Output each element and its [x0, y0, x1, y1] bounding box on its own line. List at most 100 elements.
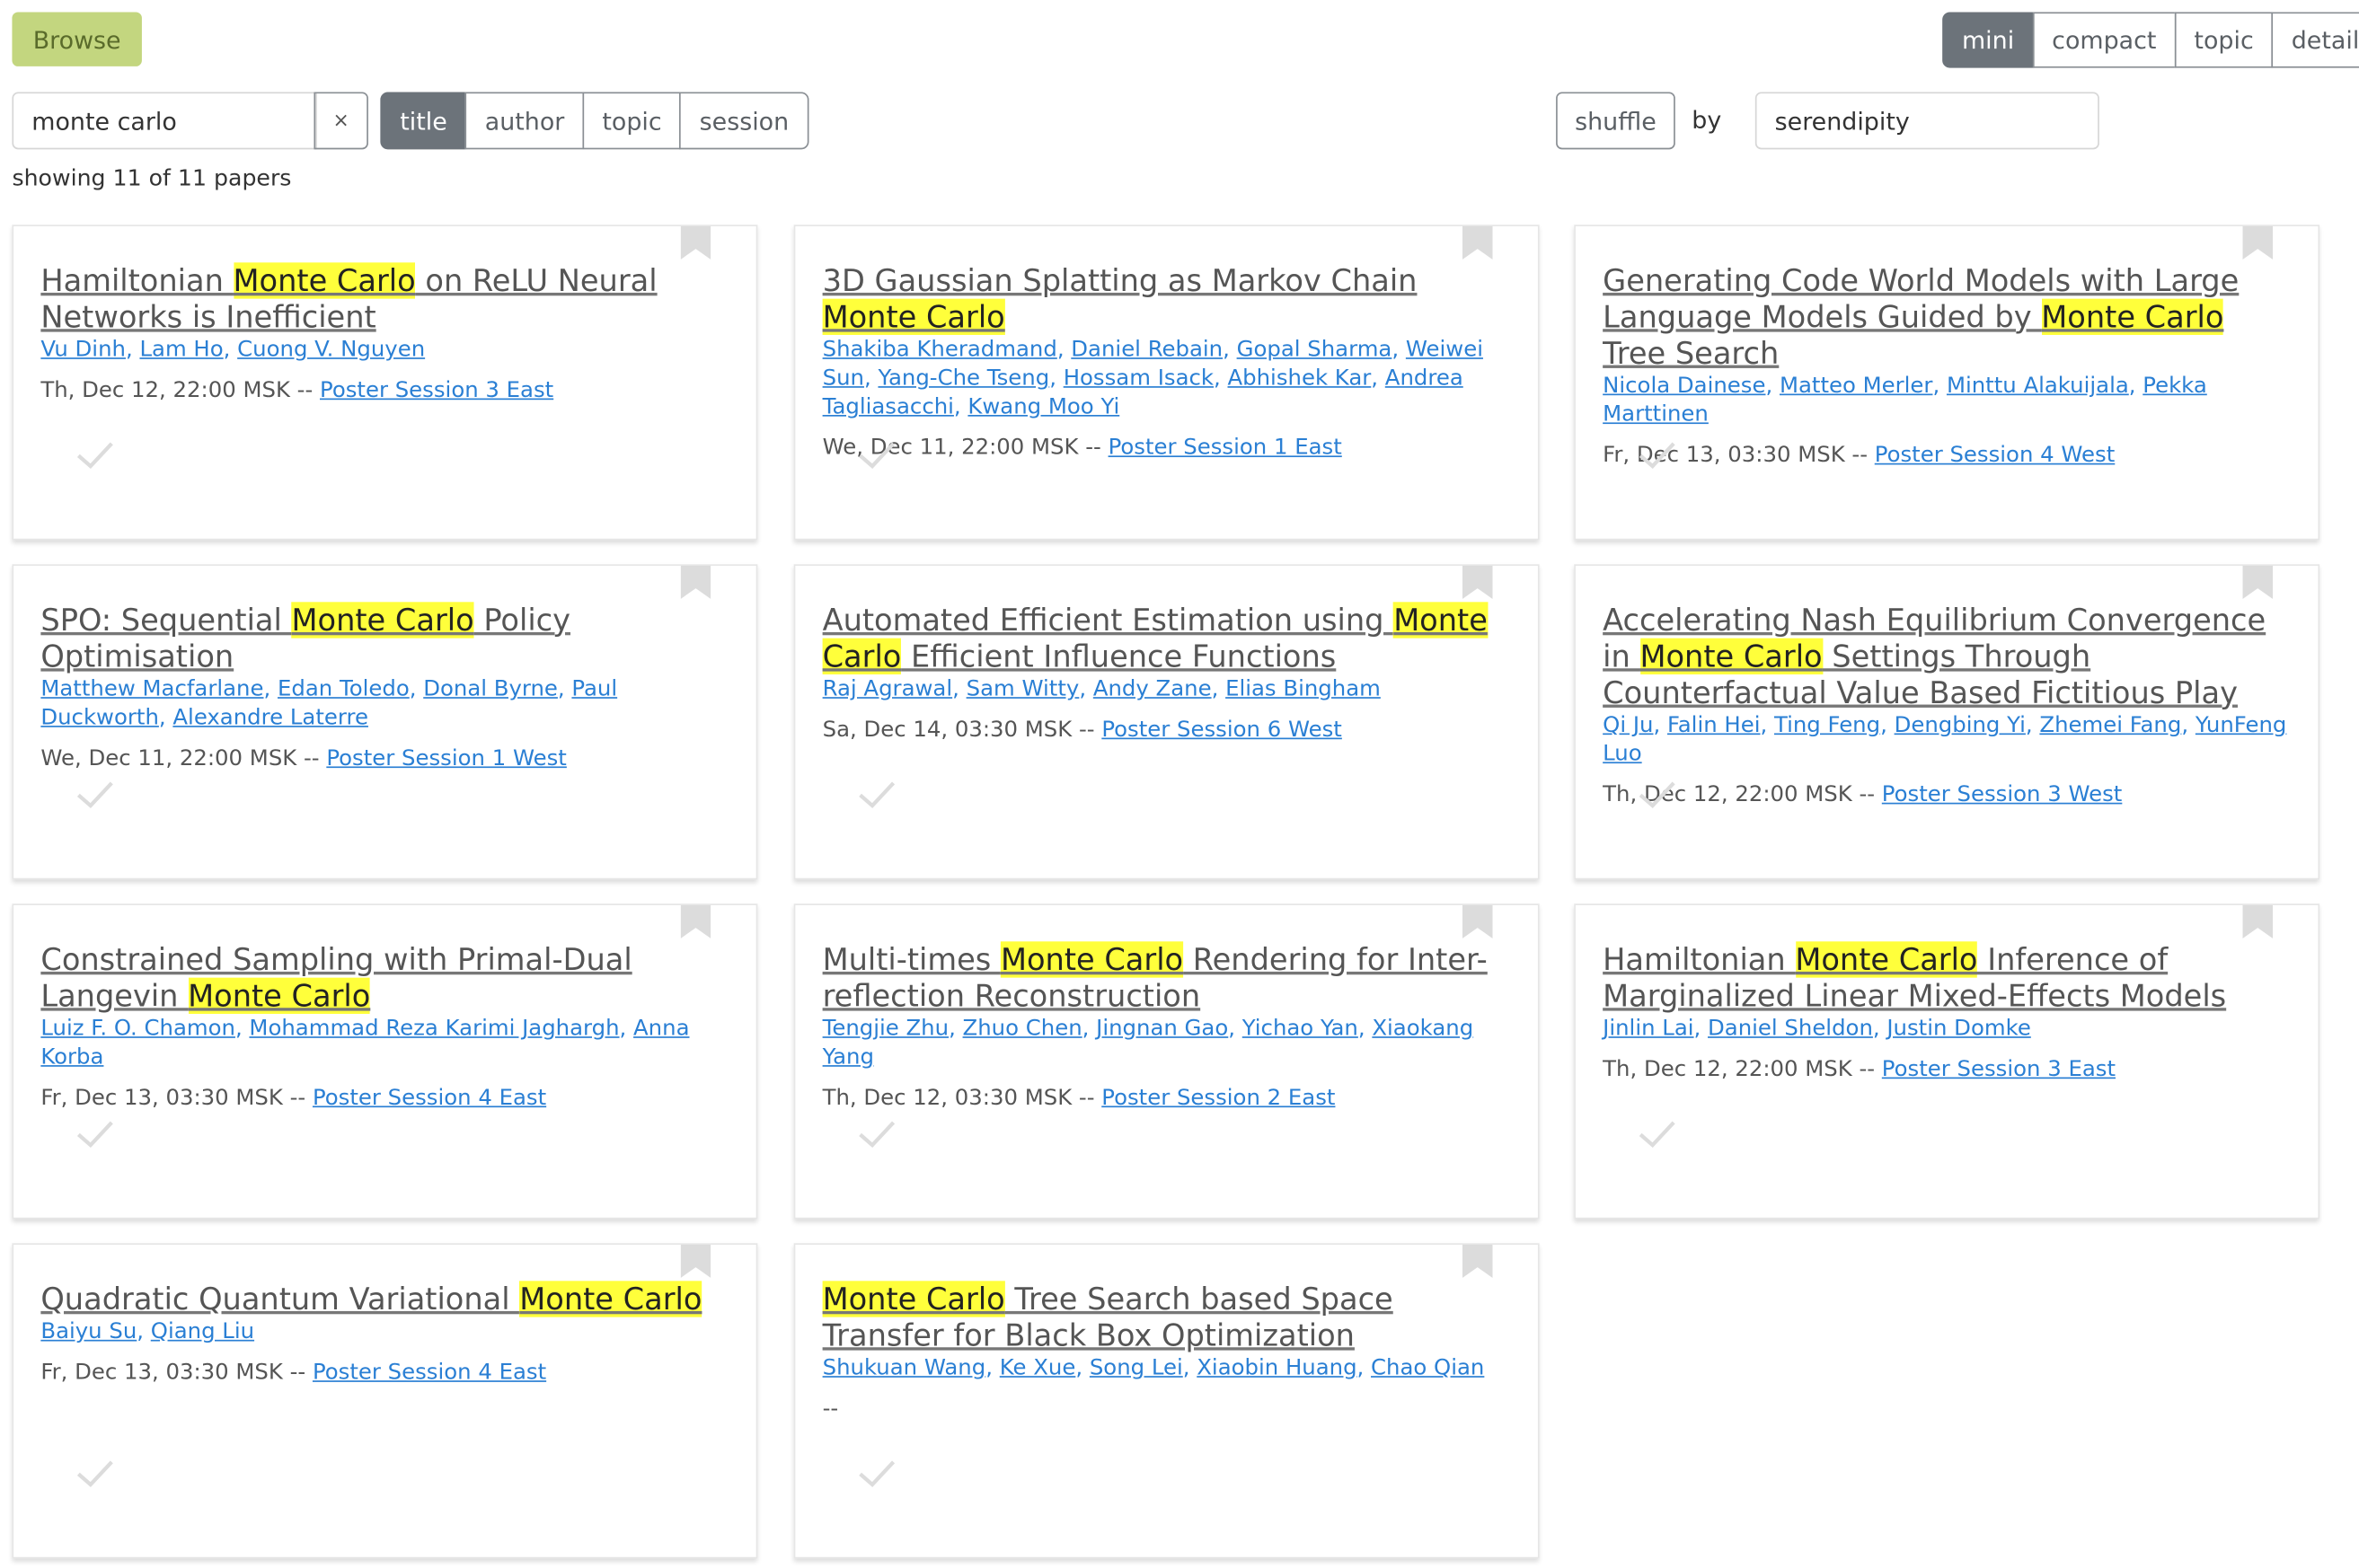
session-link[interactable]: Poster Session 6 West [1101, 718, 1342, 743]
bookmark-icon[interactable] [2242, 904, 2274, 938]
author-link[interactable]: Zhemei Fang [2039, 714, 2181, 738]
paper-title-link[interactable]: Hamiltonian Monte Carlo on ReLU Neural N… [40, 262, 729, 335]
clear-search-button[interactable]: × [314, 92, 368, 150]
mark-visited-check-icon[interactable] [74, 777, 116, 810]
author-link[interactable]: Matteo Merler [1780, 374, 1932, 399]
bookmark-icon[interactable] [1462, 1245, 1493, 1278]
mark-visited-check-icon[interactable] [74, 437, 116, 471]
session-link[interactable]: Poster Session 4 East [313, 1087, 546, 1111]
author-link[interactable]: Luiz F. O. Chamon [40, 1017, 235, 1041]
filter-title-button[interactable]: title [380, 92, 467, 150]
bookmark-icon[interactable] [1462, 566, 1493, 599]
paper-title-link[interactable]: Accelerating Nash Equilibrium Convergenc… [1603, 602, 2291, 710]
author-link[interactable]: Zhuo Chen [963, 1017, 1082, 1041]
session-link[interactable]: Poster Session 4 West [1875, 444, 2116, 468]
mark-visited-check-icon[interactable] [856, 437, 898, 471]
author-link[interactable]: Daniel Rebain [1071, 338, 1223, 362]
author-link[interactable]: Ke Xue [1000, 1356, 1076, 1380]
paper-title-link[interactable]: Generating Code World Models with Large … [1603, 262, 2291, 371]
author-link[interactable]: Jinlin Lai [1603, 1017, 1693, 1041]
session-link[interactable]: Poster Session 3 East [1882, 1058, 2116, 1082]
author-link[interactable]: Vu Dinh [40, 338, 126, 362]
bookmark-icon[interactable] [1462, 225, 1493, 260]
filter-topic-button[interactable]: topic [582, 92, 682, 150]
author-link[interactable]: Tengjie Zhu [823, 1017, 949, 1041]
author-link[interactable]: Shakiba Kheradmand [823, 338, 1057, 362]
bookmark-icon[interactable] [2242, 566, 2274, 599]
author-link[interactable]: Sam Witty [967, 677, 1080, 701]
view-mini-button[interactable]: mini [1942, 12, 2035, 68]
filter-session-button[interactable]: session [679, 92, 809, 150]
author-link[interactable]: Yichao Yan [1242, 1017, 1358, 1041]
author-link[interactable]: Alexandre Laterre [172, 706, 368, 730]
bookmark-icon[interactable] [680, 225, 711, 260]
paper-title-link[interactable]: Constrained Sampling with Primal-Dual La… [40, 941, 729, 1014]
author-link[interactable]: Chao Qian [1371, 1356, 1484, 1380]
paper-title-link[interactable]: 3D Gaussian Splatting as Markov Chain Mo… [822, 262, 1511, 335]
session-link[interactable]: Poster Session 1 East [1109, 436, 1342, 461]
bookmark-icon[interactable] [1462, 904, 1493, 938]
author-link[interactable]: Andy Zane [1093, 677, 1212, 701]
sort-select[interactable]: serendipity [1754, 92, 2099, 150]
bookmark-icon[interactable] [680, 566, 711, 599]
session-link[interactable]: Poster Session 1 West [326, 747, 567, 771]
session-link[interactable]: Poster Session 3 West [1882, 783, 2123, 807]
author-link[interactable]: Baiyu Su [40, 1320, 137, 1344]
view-compact-button[interactable]: compact [2032, 12, 2177, 68]
session-link[interactable]: Poster Session 2 East [1101, 1087, 1335, 1111]
paper-title-link[interactable]: Hamiltonian Monte Carlo Inference of Mar… [1603, 941, 2291, 1014]
author-link[interactable]: Yang-Che Tseng [878, 366, 1049, 391]
author-link[interactable]: Matthew Macfarlane [40, 677, 263, 701]
paper-title-link[interactable]: Monte Carlo Tree Search based Space Tran… [822, 1281, 1511, 1353]
author-link[interactable]: Qiang Liu [151, 1320, 254, 1344]
view-detail-button[interactable]: detail [2271, 12, 2359, 68]
author-link[interactable]: Falin Hei [1667, 714, 1761, 738]
author-link[interactable]: Ting Feng [1774, 714, 1880, 738]
author-link[interactable]: Daniel Sheldon [1708, 1017, 1873, 1041]
author-link[interactable]: Abhishek Kar [1227, 366, 1371, 391]
paper-title-link[interactable]: SPO: Sequential Monte Carlo Policy Optim… [40, 602, 729, 674]
mark-visited-check-icon[interactable] [856, 1116, 898, 1150]
paper-title-link[interactable]: Multi-times Monte Carlo Rendering for In… [823, 941, 1511, 1014]
author-separator: , [1371, 366, 1385, 392]
bookmark-icon[interactable] [2242, 225, 2274, 260]
bookmark-icon[interactable] [680, 1245, 711, 1278]
session-link[interactable]: Poster Session 3 East [320, 379, 553, 403]
shuffle-button[interactable]: shuffle [1556, 92, 1675, 150]
author-link[interactable]: Elias Bingham [1225, 677, 1381, 701]
author-link[interactable]: Justin Domke [1886, 1017, 2030, 1041]
mark-visited-check-icon[interactable] [856, 1456, 898, 1489]
mark-visited-check-icon[interactable] [1636, 777, 1678, 810]
author-link[interactable]: Xiaobin Huang [1197, 1356, 1356, 1380]
author-link[interactable]: Song Lei [1090, 1356, 1183, 1380]
mark-visited-check-icon[interactable] [74, 1456, 116, 1489]
search-input[interactable]: monte carlo [12, 92, 317, 150]
mark-visited-check-icon[interactable] [74, 1116, 116, 1150]
author-link[interactable]: Edan Toledo [278, 677, 410, 701]
author-link[interactable]: Lam Ho [139, 338, 223, 362]
author-link[interactable]: Mohammad Reza Karimi Jaghargh [249, 1017, 619, 1041]
author-link[interactable]: Shukuan Wang [823, 1356, 986, 1380]
mark-visited-check-icon[interactable] [1636, 437, 1678, 471]
author-link[interactable]: Hossam Isack [1064, 366, 1214, 391]
author-link[interactable]: Dengbing Yi [1895, 714, 2026, 738]
filter-author-button[interactable]: author [464, 92, 585, 150]
author-link[interactable]: Minttu Alakuijala [1947, 374, 2129, 399]
author-link[interactable]: Gopal Sharma [1237, 338, 1392, 362]
bookmark-icon[interactable] [680, 904, 711, 938]
mark-visited-check-icon[interactable] [1636, 1116, 1678, 1150]
paper-title-link[interactable]: Quadratic Quantum Variational Monte Carl… [40, 1281, 729, 1317]
author-link[interactable]: Raj Agrawal [823, 677, 953, 701]
author-link[interactable]: Cuong V. Nguyen [237, 338, 425, 362]
mark-visited-check-icon[interactable] [856, 777, 898, 810]
author-link[interactable]: Donal Byrne [423, 677, 558, 701]
browse-button[interactable]: Browse [12, 12, 142, 66]
session-link[interactable]: Poster Session 4 East [313, 1361, 546, 1385]
author-link[interactable]: Jingnan Gao [1096, 1017, 1228, 1041]
author-link[interactable]: Qi Ju [1603, 714, 1653, 738]
paper-title-link[interactable]: Automated Efficient Estimation using Mon… [822, 602, 1511, 674]
author-link[interactable]: Kwang Moo Yi [967, 395, 1119, 419]
title-highlight: Monte Carlo [2041, 298, 2224, 335]
author-link[interactable]: Nicola Dainese [1603, 374, 1765, 399]
view-topic-button[interactable]: topic [2174, 12, 2274, 68]
